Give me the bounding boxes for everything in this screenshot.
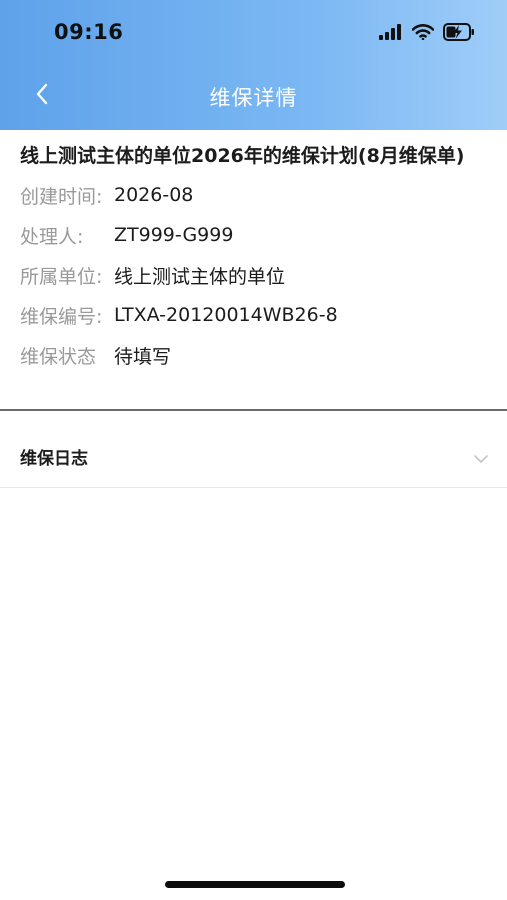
chevron-down-icon[interactable] bbox=[473, 449, 489, 468]
unit-label: 所属单位: bbox=[20, 265, 103, 288]
status-label: 维保状态 bbox=[20, 345, 97, 368]
info-row-unit: 所属单位: 线上测试主体的单位 bbox=[0, 255, 507, 295]
created-time-label: 创建时间: bbox=[20, 185, 103, 208]
info-row-status: 维保状态 待填写 bbox=[0, 335, 507, 375]
wifi-icon bbox=[411, 24, 435, 44]
status-time: 09:16 bbox=[54, 20, 124, 44]
battery-charging-icon bbox=[443, 23, 475, 45]
info-row-maintenance-number: 维保编号: LTXA-20120014WB26-8 bbox=[0, 295, 507, 335]
header: 09:16 维保详情 bbox=[0, 0, 507, 130]
handler-label: 处理人: bbox=[20, 225, 84, 248]
maintenance-log-label: 维保日志 bbox=[20, 449, 88, 469]
maintenance-log-section[interactable]: 维保日志 bbox=[0, 411, 507, 488]
info-row-created-time: 创建时间: 2026-08 bbox=[0, 175, 507, 215]
status-icons bbox=[379, 22, 475, 46]
created-time-value: 2026-08 bbox=[114, 184, 194, 206]
maintenance-number-label: 维保编号: bbox=[20, 305, 103, 328]
page-title: 维保详情 bbox=[209, 86, 298, 110]
unit-value: 线上测试主体的单位 bbox=[114, 265, 286, 288]
signal-icon bbox=[379, 24, 403, 44]
status-value: 待填写 bbox=[114, 345, 172, 368]
screen: 09:16 维保详情 线上测试主体的单位2026年的维保计划(8月维保单) 创建… bbox=[0, 0, 507, 900]
detail-content: 线上测试主体的单位2026年的维保计划(8月维保单) 创建时间: 2026-08… bbox=[0, 130, 507, 375]
info-row-handler: 处理人: ZT999-G999 bbox=[0, 215, 507, 255]
maintenance-number-value: LTXA-20120014WB26-8 bbox=[114, 304, 338, 326]
handler-value: ZT999-G999 bbox=[114, 224, 234, 246]
home-indicator bbox=[165, 881, 345, 888]
plan-title: 线上测试主体的单位2026年的维保计划(8月维保单) bbox=[20, 145, 465, 167]
